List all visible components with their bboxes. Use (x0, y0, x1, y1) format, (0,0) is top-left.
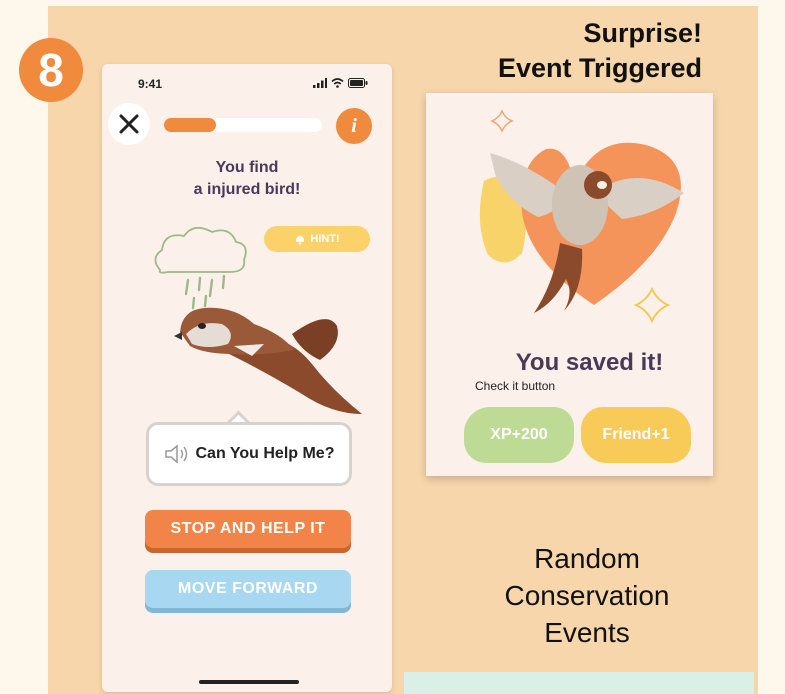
event-result-card: You saved it! Check it button XP+200 Fri… (426, 93, 713, 476)
friend-reward-button[interactable]: Friend+1 (581, 407, 691, 463)
surprise-heading: Surprise! Event Triggered (430, 16, 702, 86)
progress-bar (164, 118, 322, 132)
home-indicator (199, 680, 299, 684)
saved-title: You saved it! (515, 349, 664, 376)
prompt-text: You find a injured bird! (102, 157, 392, 201)
battery-icon (348, 78, 368, 88)
status-icons (313, 78, 368, 88)
decorative-strip (404, 672, 754, 694)
info-button[interactable]: i (336, 108, 372, 144)
section-caption: Random Conservation Events (472, 540, 702, 651)
hint-button[interactable]: HINT! (264, 226, 370, 252)
status-time: 9:41 (138, 77, 163, 91)
close-icon (119, 114, 139, 134)
help-label: Can You Help Me? (195, 445, 335, 462)
prompt-line-1: You find (215, 159, 279, 176)
check-it-label: Check it button (475, 379, 556, 393)
help-speech-bubble[interactable]: Can You Help Me? (146, 422, 352, 486)
move-forward-button[interactable]: MOVE FORWARD (145, 570, 351, 608)
close-button[interactable] (108, 103, 150, 145)
caption-line-1: Random (534, 543, 640, 574)
signal-icon (313, 78, 327, 88)
progress-fill (164, 118, 217, 132)
phone-screen: 9:41 i You find a injured bird! HINT! Ca… (102, 64, 392, 692)
stop-and-help-button[interactable]: STOP AND HELP IT (145, 510, 351, 548)
rain-cloud-icon (154, 226, 247, 310)
wifi-icon (331, 78, 344, 88)
sparkle-icon (490, 109, 514, 133)
saved-bird-illustration (479, 109, 684, 324)
prompt-line-2: a injured bird! (193, 181, 301, 198)
bird-icon (174, 307, 362, 414)
xp-reward-button[interactable]: XP+200 (464, 407, 574, 463)
step-badge: 8 (19, 38, 83, 102)
speaker-icon (164, 444, 187, 464)
caption-line-2: Conservation (504, 580, 670, 611)
caption-line-3: Events (544, 617, 630, 648)
surprise-line-2: Event Triggered (497, 53, 702, 83)
sparkle-icon (633, 286, 671, 324)
bell-icon (296, 235, 305, 245)
hint-label: HINT! (310, 233, 340, 245)
surprise-line-1: Surprise! (583, 18, 702, 48)
